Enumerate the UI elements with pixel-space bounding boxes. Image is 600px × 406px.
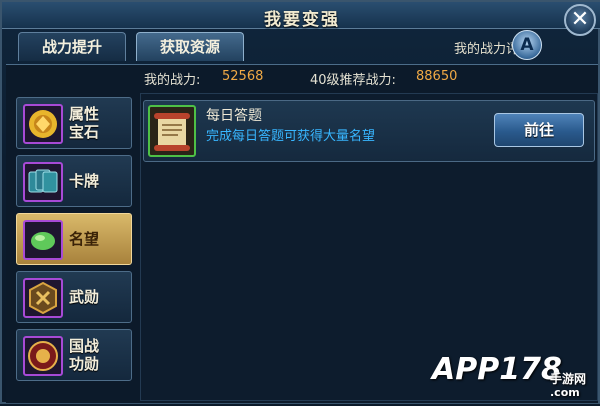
watermark: APP178 手游网 .com [432, 352, 600, 406]
cards-icon [23, 162, 63, 202]
window-frame: 我要变强 ✕ 战力提升 获取资源 我的战力评分 A 我的战力: 52568 40… [0, 0, 600, 404]
sidebar-item-cards[interactable]: 卡牌 [16, 155, 132, 207]
my-power-value: 52568 [222, 69, 264, 84]
watermark-brand: APP178 [432, 352, 562, 387]
tab-bar: 战力提升 获取资源 我的战力评分 A [2, 30, 600, 64]
sidebar-item-label: 宝石 [69, 123, 100, 141]
rating-grade-icon[interactable]: A [512, 30, 542, 60]
jade-icon [23, 220, 63, 260]
sidebar-item-label: 国战 [69, 337, 100, 355]
my-power-label: 我的战力: [144, 73, 201, 88]
watermark-sub: 手游网 [550, 372, 587, 386]
sidebar-item-label: 属性 [69, 105, 100, 123]
recommend-power-label: 40级推荐战力: [310, 73, 396, 88]
war-medal-icon [23, 278, 63, 318]
task-description: 完成每日答题可获得大量名望 [206, 129, 376, 144]
go-button[interactable]: 前往 [494, 113, 584, 147]
sidebar-item-label: 名望 [69, 230, 100, 248]
sidebar-item-fame[interactable]: 名望 [16, 213, 132, 265]
scroll-icon [148, 105, 196, 157]
power-summary: 我的战力: 52568 40级推荐战力: 88650 [6, 69, 598, 89]
close-icon: ✕ [570, 7, 590, 32]
sidebar-item-national-war[interactable]: 国战 功勋 [16, 329, 132, 381]
sidebar-item-label: 卡牌 [69, 172, 100, 190]
watermark-dotcom: .com [550, 386, 580, 399]
sidebar-item-label: 功勋 [69, 355, 100, 373]
tab-get-resources[interactable]: 获取资源 [136, 32, 244, 61]
gold-gem-icon [23, 104, 63, 144]
task-card: 每日答题 完成每日答题可获得大量名望 前往 [143, 100, 595, 162]
sidebar-item-label: 武勋 [69, 288, 100, 306]
tab-power-upgrade[interactable]: 战力提升 [18, 32, 126, 61]
sidebar-item-merit[interactable]: 武勋 [16, 271, 132, 323]
honor-medal-icon [23, 336, 63, 376]
window-title: 我要变强 [264, 10, 340, 30]
recommend-power-value: 88650 [416, 69, 458, 84]
task-title: 每日答题 [206, 108, 262, 124]
sidebar-item-gems[interactable]: 属性 宝石 [16, 97, 132, 149]
title-bar: 我要变强 [2, 2, 600, 30]
